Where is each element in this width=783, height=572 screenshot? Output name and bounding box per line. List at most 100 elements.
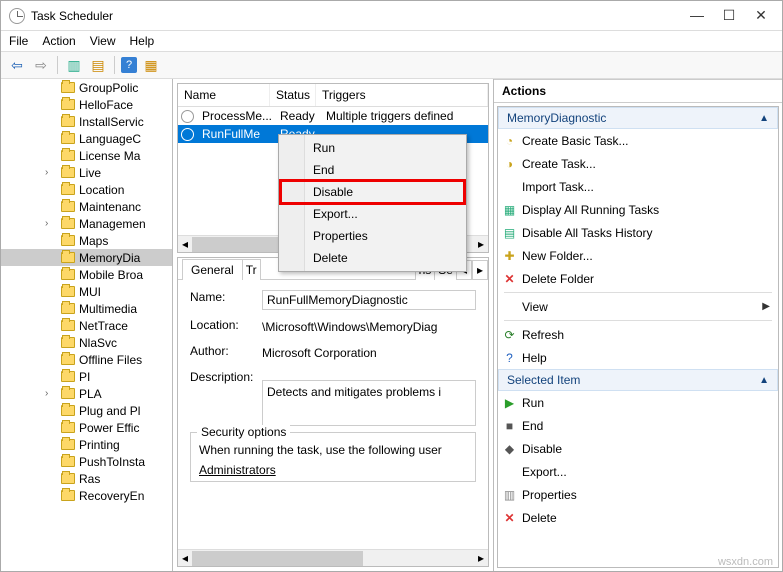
- folder-icon: [61, 286, 75, 297]
- tree-item[interactable]: Printing: [1, 436, 172, 453]
- tree-item[interactable]: Mobile Broa: [1, 266, 172, 283]
- help-icon[interactable]: ?: [121, 57, 137, 73]
- forward-icon[interactable]: ⇨: [31, 55, 51, 75]
- menu-bar: File Action View Help: [1, 31, 782, 51]
- action-item[interactable]: View▶: [498, 295, 778, 318]
- menu-action[interactable]: Action: [42, 34, 75, 48]
- action-item[interactable]: ◑Create Task...: [498, 152, 778, 175]
- tree-item[interactable]: RecoveryEn: [1, 487, 172, 504]
- toolbar-btn-2[interactable]: ▤: [88, 55, 108, 75]
- col-name[interactable]: Name: [178, 84, 270, 106]
- tab-scroll-right[interactable]: ▸: [472, 260, 488, 279]
- tab-general[interactable]: General: [182, 259, 243, 280]
- menu-help[interactable]: Help: [130, 34, 155, 48]
- tab-triggers[interactable]: Tr: [242, 259, 261, 280]
- close-button[interactable]: ✕: [754, 7, 768, 24]
- action-item[interactable]: ✕Delete Folder: [498, 267, 778, 290]
- tree-item[interactable]: Location: [1, 181, 172, 198]
- action-item[interactable]: Import Task...: [498, 175, 778, 198]
- action-item[interactable]: ▦Display All Running Tasks: [498, 198, 778, 221]
- tree-item[interactable]: Offline Files: [1, 351, 172, 368]
- context-menu-item[interactable]: Run: [281, 137, 464, 159]
- folder-icon: [61, 371, 75, 382]
- tree-item[interactable]: Multimedia: [1, 300, 172, 317]
- context-menu-item[interactable]: Properties: [281, 225, 464, 247]
- action-item[interactable]: ▶Run: [498, 391, 778, 414]
- tree-pane[interactable]: GroupPolicHelloFace InstallServic Language…: [1, 79, 173, 571]
- folder-icon: [61, 490, 75, 501]
- cell-status: Ready: [274, 108, 320, 124]
- collapse-icon: ▲: [759, 113, 769, 124]
- tree-item[interactable]: ›PLA: [1, 385, 172, 402]
- folder-icon: [61, 252, 75, 263]
- expander-icon[interactable]: ›: [45, 167, 55, 178]
- tree-item[interactable]: License Ma: [1, 147, 172, 164]
- action-item[interactable]: ✕Delete: [498, 506, 778, 529]
- tree-item[interactable]: PushToInsta: [1, 453, 172, 470]
- tree-item[interactable]: GroupPolic: [1, 79, 172, 96]
- tree-item[interactable]: PI: [1, 368, 172, 385]
- folder-icon: [61, 116, 75, 127]
- actions-section-1[interactable]: MemoryDiagnostic▲: [498, 107, 778, 129]
- watermark: wsxdn.com: [718, 556, 773, 568]
- toolbar-btn-1[interactable]: ▥: [64, 55, 84, 75]
- actions-section-2[interactable]: Selected Item▲: [498, 369, 778, 391]
- label-location: Location:: [190, 318, 262, 336]
- tree-item[interactable]: MUI: [1, 283, 172, 300]
- col-triggers[interactable]: Triggers: [316, 84, 488, 106]
- tree-item[interactable]: Maps: [1, 232, 172, 249]
- maximize-button[interactable]: ☐: [722, 7, 736, 24]
- expander-icon[interactable]: ›: [45, 388, 55, 399]
- security-line1: When running the task, use the following…: [199, 443, 467, 457]
- tree-item-label: MemoryDia: [79, 251, 140, 265]
- tree-item-label: GroupPolic: [79, 81, 138, 95]
- tree-item[interactable]: ›Managemen: [1, 215, 172, 232]
- field-description[interactable]: Detects and mitigates problems i: [262, 380, 476, 426]
- disable-icon: ◆: [502, 441, 517, 456]
- context-menu-item[interactable]: Export...: [281, 203, 464, 225]
- tree-item[interactable]: MemoryDia: [1, 249, 172, 266]
- context-menu-item[interactable]: End: [281, 159, 464, 181]
- details-scrollbar[interactable]: ◂▸: [178, 549, 488, 566]
- folder-icon: [61, 218, 75, 229]
- field-name[interactable]: RunFullMemoryDiagnostic: [262, 290, 476, 310]
- action-label: Import Task...: [522, 180, 594, 194]
- action-item[interactable]: ▥Properties: [498, 483, 778, 506]
- action-item[interactable]: ▤Disable All Tasks History: [498, 221, 778, 244]
- tree-item[interactable]: NlaSvc: [1, 334, 172, 351]
- expander-icon[interactable]: ›: [45, 218, 55, 229]
- tree-item[interactable]: Ras: [1, 470, 172, 487]
- menu-view[interactable]: View: [90, 34, 116, 48]
- tree-item[interactable]: LanguageC: [1, 130, 172, 147]
- tree-item[interactable]: NetTrace: [1, 317, 172, 334]
- context-menu-item[interactable]: Delete: [281, 247, 464, 269]
- minimize-button[interactable]: —: [690, 7, 704, 24]
- folder-icon: [61, 337, 75, 348]
- title-bar: Task Scheduler — ☐ ✕: [1, 1, 782, 31]
- tree-item[interactable]: Plug and Pl: [1, 402, 172, 419]
- tree-item[interactable]: Power Effic: [1, 419, 172, 436]
- new-folder-icon: ✚: [502, 248, 517, 263]
- task-row[interactable]: ProcessMe...ReadyMultiple triggers defin…: [178, 107, 488, 125]
- action-label: Export...: [522, 465, 567, 479]
- back-icon[interactable]: ⇦: [7, 55, 27, 75]
- menu-file[interactable]: File: [9, 34, 28, 48]
- folder-icon: [61, 82, 75, 93]
- tree-item[interactable]: HelloFace: [1, 96, 172, 113]
- col-status[interactable]: Status: [270, 84, 316, 106]
- tree-item[interactable]: ›Live: [1, 164, 172, 181]
- action-item[interactable]: ◔Create Basic Task...: [498, 129, 778, 152]
- context-menu-item[interactable]: Disable: [281, 181, 464, 203]
- action-item[interactable]: ■End: [498, 414, 778, 437]
- action-item[interactable]: ◆Disable: [498, 437, 778, 460]
- tree-item-label: LanguageC: [79, 132, 141, 146]
- action-item[interactable]: ?Help: [498, 346, 778, 369]
- tree-item[interactable]: InstallServic: [1, 113, 172, 130]
- tree-item-label: InstallServic: [79, 115, 144, 129]
- action-item[interactable]: Export...: [498, 460, 778, 483]
- action-item[interactable]: ⟳Refresh: [498, 323, 778, 346]
- action-item[interactable]: ✚New Folder...: [498, 244, 778, 267]
- actions-title: Actions: [494, 79, 782, 103]
- toolbar-btn-3[interactable]: ▦: [141, 55, 161, 75]
- tree-item[interactable]: Maintenanc: [1, 198, 172, 215]
